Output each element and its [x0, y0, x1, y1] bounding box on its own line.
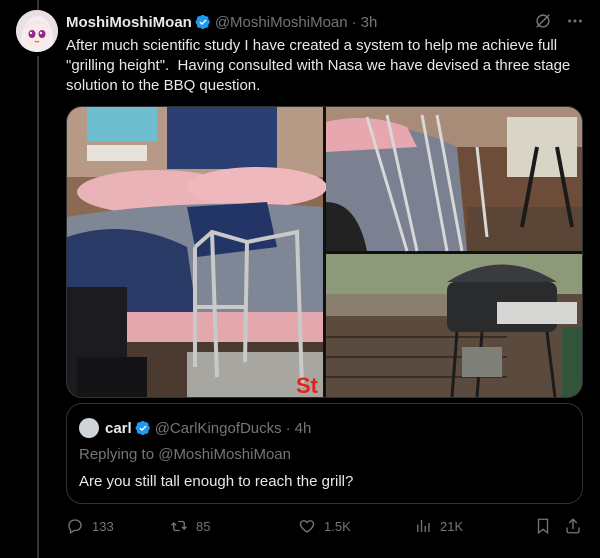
post-text: After much scientific study I have creat…: [66, 37, 575, 94]
quoted-author-handle[interactable]: @CarlKingofDucks: [155, 420, 282, 437]
bookmark-icon: [537, 518, 549, 535]
like-button[interactable]: 1.5K: [298, 514, 351, 538]
views-icon: [417, 520, 430, 532]
repost-count: 85: [196, 518, 211, 534]
separator: ·: [285, 419, 291, 437]
thread-line: [37, 56, 39, 558]
like-count: 1.5K: [324, 518, 351, 534]
like-icon: [299, 520, 315, 533]
views-count: 21K: [440, 518, 464, 534]
quoted-avatar[interactable]: [79, 418, 99, 438]
more-icon[interactable]: [566, 12, 584, 30]
reply-icon: [68, 519, 82, 534]
quoted-author-name[interactable]: carl: [105, 420, 132, 437]
replying-to[interactable]: Replying to @MoshiMoshiMoan: [79, 446, 291, 463]
verified-icon: [135, 420, 150, 436]
quoted-post-time[interactable]: 4h: [295, 420, 312, 437]
author-avatar[interactable]: [16, 10, 58, 52]
thread-line-top: [37, 0, 39, 10]
reply-count: 133: [92, 518, 114, 534]
bookmark-button[interactable]: [534, 514, 552, 538]
overlay-text: St: [296, 373, 319, 398]
separator: ·: [351, 13, 357, 31]
views-button[interactable]: 21K: [414, 514, 463, 538]
anime-avatar-image: [16, 10, 58, 52]
post-header: MoshiMoshiMoan @MoshiMoshiMoan · 3h: [66, 12, 584, 32]
quoted-post[interactable]: carl @CarlKingofDucks · 4h Replying to @…: [66, 403, 583, 504]
photo-bbq-grill[interactable]: [326, 254, 583, 398]
reply-button[interactable]: 133: [66, 514, 114, 538]
photo-bed-crutches[interactable]: [326, 107, 583, 252]
verified-icon: [195, 14, 210, 30]
quoted-header: carl @CarlKingofDucks · 4h: [79, 418, 311, 438]
repost-icon: [171, 520, 187, 532]
quoted-post-text: Are you still tall enough to reach the g…: [79, 473, 354, 490]
share-button[interactable]: [564, 514, 582, 538]
share-icon: [566, 518, 580, 534]
repost-button[interactable]: 85: [170, 514, 210, 538]
author-handle[interactable]: @MoshiMoshiMoan: [215, 14, 348, 31]
photo-bed-walker[interactable]: St: [67, 107, 327, 398]
author-name[interactable]: MoshiMoshiMoan: [66, 14, 192, 31]
post-actions: 133 85 1.5K 21K: [66, 514, 583, 538]
grok-icon[interactable]: [534, 12, 552, 30]
post-time[interactable]: 3h: [361, 14, 378, 31]
media-grid[interactable]: St: [66, 106, 583, 398]
